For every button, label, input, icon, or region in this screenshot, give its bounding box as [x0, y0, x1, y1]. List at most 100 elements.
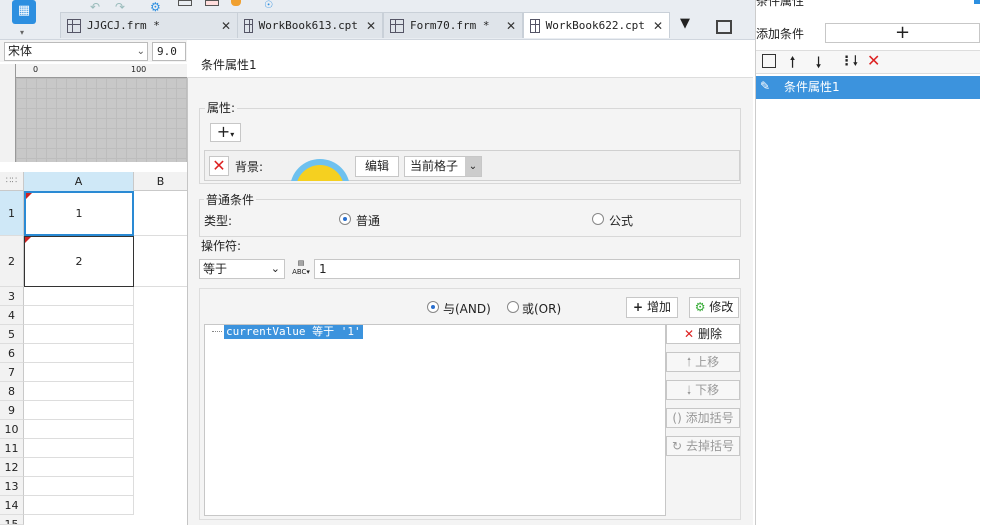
row-header[interactable]: 8: [0, 382, 24, 401]
tab-jjgcj[interactable]: JJGCJ.frm * ✕: [60, 12, 238, 38]
logo-dropdown-icon[interactable]: ▾: [20, 28, 24, 37]
add-condition-panel-button[interactable]: +: [825, 23, 980, 43]
value-type-icon[interactable]: ▤ ABC▾: [290, 259, 312, 279]
radio-formula[interactable]: [592, 213, 604, 225]
cell[interactable]: [24, 363, 134, 382]
sort-icon[interactable]: ⋮🠓: [840, 52, 858, 74]
condition-item[interactable]: currentValue 等于 '1': [224, 325, 363, 339]
row-header[interactable]: 12: [0, 458, 24, 477]
app-logo-icon[interactable]: ▦: [12, 0, 36, 24]
radio-normal[interactable]: [339, 213, 351, 225]
cell[interactable]: [24, 306, 134, 325]
add-condition-label: 增加: [646, 300, 671, 314]
remove-bracket-button[interactable]: ↻ 去掉括号: [666, 436, 740, 456]
row-header[interactable]: 1: [0, 191, 24, 236]
row-header[interactable]: 3: [0, 287, 24, 306]
scope-select[interactable]: 当前格子 ⌄: [404, 156, 482, 177]
close-icon[interactable]: ✕: [506, 19, 516, 33]
cell[interactable]: [24, 496, 134, 515]
preview-icon[interactable]: ☉: [264, 0, 273, 11]
row-header[interactable]: 14: [0, 496, 24, 515]
select-all-icon[interactable]: ∷∷: [0, 172, 24, 191]
operator-select[interactable]: 等于 ⌄: [199, 259, 285, 279]
layout-icon[interactable]: [716, 20, 732, 34]
font-name-select[interactable]: 宋体 ⌄: [4, 42, 148, 61]
column-header-b[interactable]: B: [134, 172, 187, 191]
ruler-mark: 0: [33, 65, 39, 74]
remove-attribute-icon[interactable]: ✕: [209, 156, 229, 176]
copy-icon[interactable]: [178, 0, 192, 6]
cell[interactable]: [24, 420, 134, 439]
value-input[interactable]: 1: [314, 259, 740, 279]
row-header[interactable]: 9: [0, 401, 24, 420]
cell[interactable]: [24, 458, 134, 477]
condition-item-label: 条件属性1: [784, 80, 840, 94]
common-condition-section: [199, 199, 741, 237]
close-icon[interactable]: ✕: [221, 19, 231, 33]
tab-label: WorkBook613.cpt: [258, 19, 358, 32]
row-header[interactable]: 7: [0, 363, 24, 382]
close-icon[interactable]: ✕: [366, 19, 376, 33]
panel-pin-icon[interactable]: [974, 0, 980, 4]
move-up-label: 上移: [695, 355, 720, 369]
delete-label: 删除: [697, 327, 722, 341]
condition-list-item[interactable]: ✎ 条件属性1: [756, 76, 980, 99]
copy-icon[interactable]: [762, 54, 776, 68]
font-size-input[interactable]: 9.0: [152, 42, 186, 61]
tab-form70[interactable]: Form70.frm * ✕: [383, 12, 523, 38]
condition-list[interactable]: [204, 324, 666, 516]
format-painter-icon[interactable]: [231, 0, 241, 6]
plus-icon: +: [633, 300, 644, 314]
arrow-up-icon[interactable]: 🠑: [790, 52, 795, 76]
cell[interactable]: [24, 287, 134, 306]
row-header[interactable]: 6: [0, 344, 24, 363]
edit-button[interactable]: 编辑: [355, 156, 399, 177]
add-condition-button[interactable]: + 增加: [626, 297, 678, 318]
tab-label: Form70.frm *: [410, 19, 490, 32]
ruler-mark: 100: [131, 65, 147, 74]
cell[interactable]: [24, 401, 134, 420]
column-header-a[interactable]: A: [24, 172, 134, 191]
add-bracket-button[interactable]: () 添加括号: [666, 408, 740, 428]
row-header[interactable]: 10: [0, 420, 24, 439]
row-header[interactable]: 2: [0, 236, 24, 287]
close-icon: ✕: [684, 327, 695, 341]
tab-label: JJGCJ.frm *: [87, 19, 160, 32]
add-attribute-button[interactable]: +▾: [210, 123, 241, 142]
modify-button[interactable]: ⚙ 修改: [689, 297, 739, 318]
delete-icon[interactable]: ✕: [867, 51, 880, 70]
cell-value: 1: [75, 207, 83, 220]
move-down-button[interactable]: 🠓 下移: [666, 380, 740, 400]
row-header[interactable]: 4: [0, 306, 24, 325]
close-icon[interactable]: ✕: [653, 19, 663, 33]
cell-a1[interactable]: 1: [24, 191, 134, 236]
cell[interactable]: [134, 191, 187, 236]
radio-and[interactable]: [427, 301, 439, 313]
delete-button[interactable]: ✕ 删除: [666, 324, 740, 344]
cell[interactable]: [24, 439, 134, 458]
cell[interactable]: [24, 382, 134, 401]
cell[interactable]: [24, 325, 134, 344]
cell[interactable]: [24, 477, 134, 496]
cell[interactable]: [134, 236, 187, 287]
move-down-label: 下移: [695, 383, 720, 397]
chevron-down-icon: ⌄: [270, 262, 280, 275]
add-bracket-label: 添加括号: [685, 411, 734, 425]
row-header[interactable]: 5: [0, 325, 24, 344]
row-header[interactable]: 13: [0, 477, 24, 496]
tab-workbook613[interactable]: WorkBook613.cpt ✕: [237, 12, 383, 38]
row-header[interactable]: 15: [0, 515, 24, 525]
row-header[interactable]: 11: [0, 439, 24, 458]
paste-icon[interactable]: [205, 0, 219, 6]
move-up-button[interactable]: 🠑 上移: [666, 352, 740, 372]
tab-workbook622[interactable]: WorkBook622.cpt ✕: [523, 12, 670, 38]
panel-title: 条件属性: [756, 0, 805, 8]
radio-or[interactable]: [507, 301, 519, 313]
tab-menu-icon[interactable]: ▼: [680, 16, 690, 31]
cell[interactable]: [24, 344, 134, 363]
operator-value: 等于: [203, 262, 228, 276]
cell-a2[interactable]: 2: [24, 236, 134, 287]
arrow-down-icon[interactable]: 🠓: [816, 52, 821, 76]
arrow-down-icon: 🠓: [686, 383, 692, 397]
grid-file-icon: [530, 18, 540, 33]
